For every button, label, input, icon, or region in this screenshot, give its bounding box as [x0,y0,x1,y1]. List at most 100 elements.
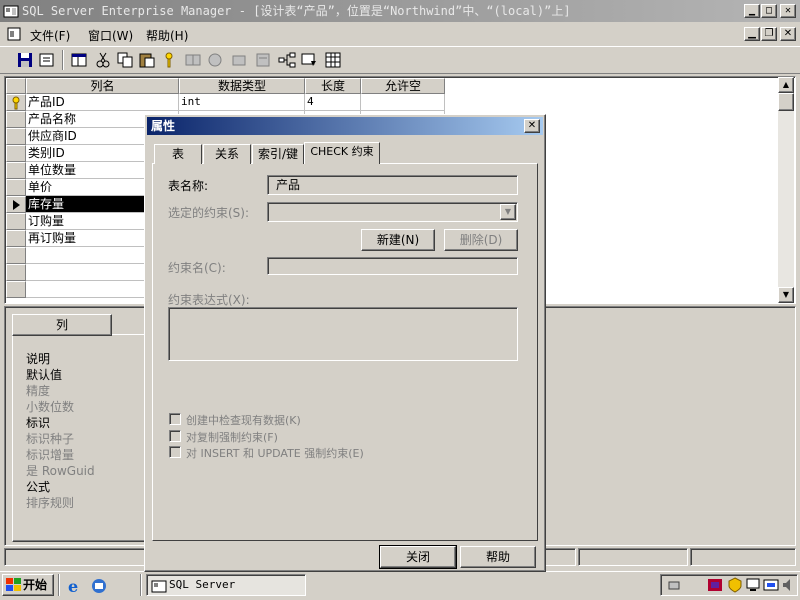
copy-icon[interactable] [116,51,134,69]
column-property-label: 排序规则 [26,496,75,510]
sql-service-manager-icon[interactable] [707,577,723,593]
column-header-type[interactable]: 数据类型 [179,78,305,94]
constraint-name-input[interactable] [267,257,518,275]
column-property-label: 精度 [26,384,51,398]
new-constraint-button[interactable]: 新建(N) [361,229,435,251]
input-method-icon[interactable] [763,577,779,593]
row-selector[interactable] [6,179,26,196]
column-property-label: 小数位数 [26,400,75,414]
row-selector[interactable] [6,247,26,264]
table-name-label: 表名称: [168,179,209,193]
tab-table[interactable]: 表 [154,144,202,164]
minimize-button[interactable]: ▁ [744,4,760,18]
selected-constraint-select[interactable]: ▼ [267,202,518,222]
mdi-restore-button[interactable]: ❐ [761,27,777,41]
row-selector[interactable] [6,145,26,162]
check-existing-data-label: 创建中检查现有数据(K) [186,414,301,427]
volume-icon[interactable] [781,577,797,593]
constraint-expression-label: 约束表达式(X): [168,293,250,307]
svg-text:e: e [68,577,78,595]
manage-relationships-icon[interactable] [278,51,296,69]
menu-window[interactable]: 窗口(W) [88,27,133,44]
row-selector[interactable] [6,230,26,247]
grid-cell-name[interactable]: 产品ID [26,94,179,111]
selected-constraint-label: 选定的约束(S): [168,206,250,220]
grid-cell-nullable[interactable] [361,94,445,111]
tab-check-constraints[interactable]: CHECK 约束 [304,142,380,164]
set-primary-key-icon[interactable] [160,51,178,69]
network-icon[interactable] [667,577,683,593]
constraint-name-label: 约束名(C): [168,261,226,275]
scroll-down-button[interactable]: ▼ [778,287,794,303]
delete-constraint-button[interactable]: 删除(D) [444,229,518,251]
close-button[interactable]: ✕ [780,4,796,18]
column-property-label: 默认值 [26,368,63,382]
windows-logo-icon [6,578,21,592]
enforce-insert-update-checkbox[interactable] [169,446,181,458]
tab-indexes-keys[interactable]: 索引/键 [252,144,304,164]
help-button[interactable]: 帮助 [460,546,536,568]
scroll-thumb[interactable] [778,93,794,111]
taskbar-separator [58,574,60,596]
manage-indexes-icon[interactable] [254,51,272,69]
window-title: SQL Server Enterprise Manager - [设计表“产品”… [22,4,571,18]
insert-column-icon[interactable] [184,51,202,69]
generate-script-icon[interactable] [324,51,342,69]
window-title-bar[interactable]: SQL Server Enterprise Manager - [设计表“产品”… [0,0,800,22]
dialog-close-button[interactable]: ✕ [524,119,540,133]
scroll-up-button[interactable]: ▲ [778,77,794,93]
manage-triggers-icon[interactable] [206,51,224,69]
tab-relationships[interactable]: 关系 [203,144,251,164]
start-button[interactable]: 开始 [2,574,54,596]
save-icon[interactable] [16,51,34,69]
row-selector[interactable] [6,128,26,145]
display-settings-icon[interactable] [745,577,761,593]
menu-help[interactable]: 帮助(H) [146,27,188,44]
column-property-label: 说明 [26,352,51,366]
grid-cell-type[interactable]: int [179,94,305,111]
row-selector[interactable] [6,162,26,179]
column-property-label: 标识种子 [26,432,75,446]
enforce-replication-checkbox[interactable] [169,430,181,442]
properties-icon[interactable] [38,51,56,69]
mdi-minimize-button[interactable]: ▁ [744,27,760,41]
chevron-down-icon[interactable]: ▼ [500,204,516,220]
start-label: 开始 [23,578,48,592]
menu-file[interactable]: 文件(F) [30,27,70,44]
manage-constraints-icon[interactable] [300,51,318,69]
tab-columns[interactable]: 列 [12,314,112,336]
manage-permissions-icon[interactable] [230,51,248,69]
security-shield-icon[interactable] [727,577,743,593]
column-property-label: 标识 [26,416,51,430]
row-selector[interactable] [6,281,26,298]
taskbar-item-enterprise-manager[interactable]: SQL Server Enterpri... [146,574,306,600]
taskbar-separator-2 [140,574,142,596]
maximize-button[interactable]: □ [761,4,777,18]
dialog-title-bar[interactable]: 属性 [147,117,543,135]
cut-icon[interactable] [94,51,112,69]
column-header-nullable[interactable]: 允许空 [361,78,445,94]
row-selector[interactable] [6,111,26,128]
ie-icon[interactable]: e [66,577,84,596]
paste-icon[interactable] [138,51,156,69]
taskbar-item-label: SQL Server Enterpri... [169,578,242,600]
grid-cell-length[interactable]: 4 [305,94,361,111]
close-dialog-button[interactable]: 关闭 [379,545,457,569]
mmc-console-icon [3,3,19,19]
row-selector[interactable] [6,213,26,230]
current-row-arrow-icon [13,200,20,210]
mmc-console-icon [151,578,167,594]
row-selector[interactable] [6,196,26,213]
constraint-expression-input[interactable] [168,307,518,361]
row-selector[interactable] [6,94,26,111]
mdi-app-icon[interactable] [6,26,22,42]
mdi-close-button[interactable]: ✕ [780,27,796,41]
column-header-name[interactable]: 列名 [26,78,179,94]
column-header-length[interactable]: 长度 [305,78,361,94]
outlook-express-icon[interactable] [90,577,108,595]
status-pane-2 [578,548,688,566]
table-properties-icon[interactable] [70,51,88,69]
check-existing-data-checkbox[interactable] [169,413,181,425]
enforce-insert-update-label: 对 INSERT 和 UPDATE 强制约束(E) [186,447,364,460]
row-selector[interactable] [6,264,26,281]
